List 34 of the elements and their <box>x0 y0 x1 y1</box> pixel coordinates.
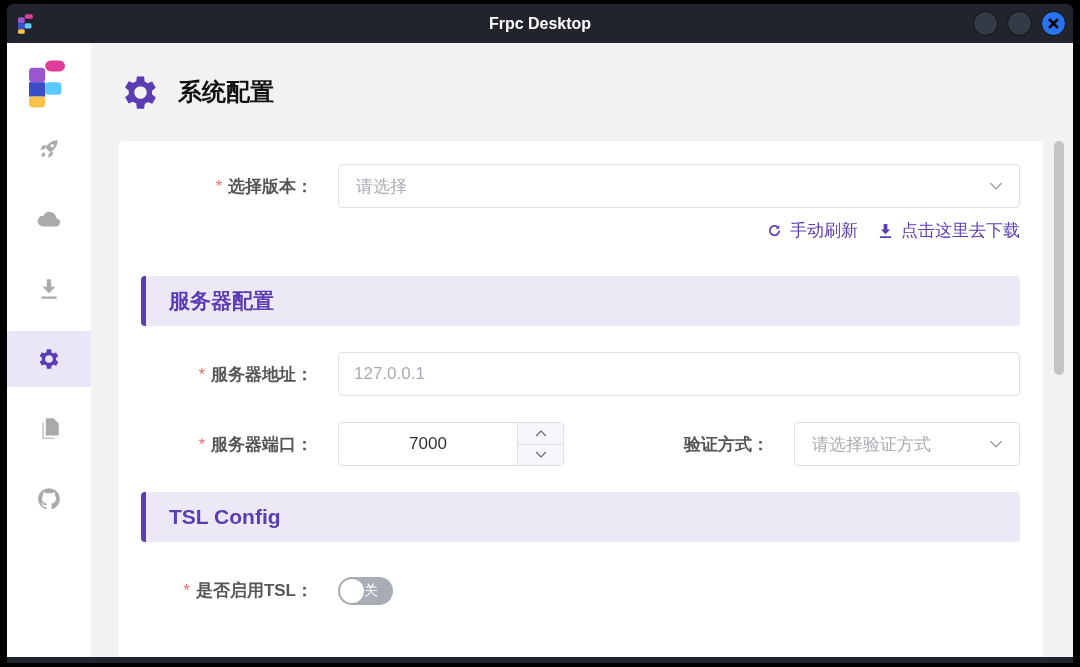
required-mark: * <box>198 364 205 384</box>
field-label: 服务器地址： <box>211 364 313 384</box>
number-field[interactable]: 7000 <box>338 422 564 466</box>
download-link[interactable]: 点击这里去下载 <box>878 220 1020 240</box>
section-header: 服务器配置 <box>141 276 1020 326</box>
page-title: 系统配置 <box>178 77 274 107</box>
chevron-up-icon <box>534 429 547 438</box>
close-icon <box>1048 18 1059 29</box>
minimize-button[interactable] <box>973 11 998 36</box>
field-label: 是否启用TSL： <box>195 580 313 600</box>
download-icon <box>878 222 893 238</box>
close-button[interactable] <box>1041 11 1066 36</box>
increment-button[interactable] <box>518 423 563 444</box>
github-icon <box>36 486 62 512</box>
field-label: 验证方式： <box>682 433 769 456</box>
app-logo-icon <box>18 13 33 34</box>
scrollbar-thumb[interactable] <box>1054 141 1064 375</box>
text-field[interactable]: 127.0.0.1 <box>338 352 1020 396</box>
refresh-link[interactable]: 手动刷新 <box>767 220 858 240</box>
required-mark: * <box>215 176 222 196</box>
decrement-button[interactable] <box>518 443 563 465</box>
refresh-icon <box>767 222 782 238</box>
nav-item[interactable] <box>7 331 91 387</box>
chevron-down-icon <box>989 181 1003 191</box>
chevron-down-icon <box>534 450 547 459</box>
field-label: 选择版本： <box>228 176 313 196</box>
window-title: Frpc Desktop <box>487 14 593 33</box>
required-mark: * <box>198 434 205 454</box>
app-logo-icon <box>29 59 65 109</box>
required-mark: * <box>183 580 190 600</box>
section-header: TSL Config <box>141 492 1020 542</box>
field-label: 服务器端口： <box>211 434 313 454</box>
chevron-down-icon <box>989 439 1003 449</box>
maximize-button[interactable] <box>1007 11 1032 36</box>
